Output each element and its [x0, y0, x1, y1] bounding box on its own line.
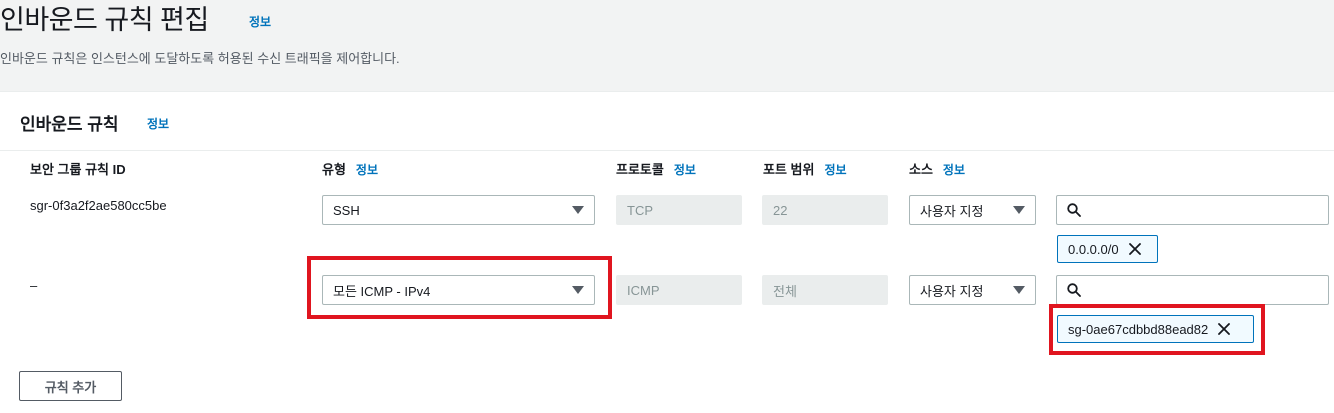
type-select-value: 모든 ICMP - IPv4 [333, 283, 431, 299]
column-header-source: 소스 정보 [909, 159, 965, 178]
source-search-input[interactable] [1056, 275, 1329, 305]
type-select[interactable]: SSH [322, 195, 595, 225]
protocol-value: ICMP [627, 282, 660, 298]
source-type-value: 사용자 지정 [920, 203, 984, 219]
type-select-value: SSH [333, 202, 360, 218]
column-header-protocol: 프로토콜 정보 [616, 159, 696, 178]
rule-id: sgr-0f3a2f2ae580cc5be [30, 198, 167, 213]
column-header-rule-id: 보안 그룹 규칙 ID [30, 162, 126, 177]
caret-down-icon [572, 206, 584, 214]
source-type-value: 사용자 지정 [920, 283, 984, 299]
protocol-field: ICMP [616, 275, 742, 305]
type-select[interactable]: 모든 ICMP - IPv4 [322, 275, 595, 305]
source-token-label: 0.0.0.0/0 [1068, 241, 1119, 257]
protocol-value: TCP [627, 202, 653, 218]
inbound-rules-panel: 인바운드 규칙 정보 보안 그룹 규칙 ID 유형 정보 프로토콜 정보 포트 … [0, 91, 1334, 413]
column-label-source: 소스 [909, 162, 933, 177]
source-token-label: sg-0ae67cdbbd88ead82 [1068, 321, 1209, 337]
source-type-select[interactable]: 사용자 지정 [909, 195, 1036, 225]
port-range-field: 전체 [762, 275, 888, 305]
page-description: 인바운드 규칙은 인스턴스에 도달하도록 허용된 수신 트래픽을 제어합니다. [0, 51, 400, 66]
search-icon [1067, 283, 1081, 297]
source-token: sg-0ae67cdbbd88ead82 [1057, 315, 1254, 343]
source-info-link[interactable]: 정보 [943, 161, 965, 178]
add-rule-label: 규칙 추가 [44, 379, 97, 395]
protocol-field: TCP [616, 195, 742, 225]
column-label-type: 유형 [322, 162, 346, 177]
caret-down-icon [1013, 206, 1025, 214]
type-info-link[interactable]: 정보 [356, 161, 378, 178]
caret-down-icon [1013, 286, 1025, 294]
panel-info-link[interactable]: 정보 [147, 115, 169, 132]
protocol-info-link[interactable]: 정보 [674, 161, 696, 178]
column-label-protocol: 프로토콜 [616, 162, 664, 177]
panel-header: 인바운드 규칙 정보 [0, 92, 1334, 151]
panel-title: 인바운드 규칙 [20, 115, 119, 134]
column-header-port-range: 포트 범위 정보 [763, 159, 847, 178]
port-range-value: 전체 [773, 283, 797, 299]
search-icon [1067, 203, 1081, 217]
column-label-port-range: 포트 범위 [763, 162, 815, 177]
source-type-select[interactable]: 사용자 지정 [909, 275, 1036, 305]
port-range-value: 22 [773, 202, 788, 218]
page-title: 인바운드 규칙 편집 [0, 5, 209, 35]
port-range-info-link[interactable]: 정보 [824, 161, 846, 178]
page-info-link[interactable]: 정보 [249, 13, 271, 30]
close-icon[interactable] [1218, 323, 1231, 335]
column-header-type: 유형 정보 [322, 159, 378, 178]
close-icon[interactable] [1128, 243, 1141, 255]
port-range-field: 22 [762, 195, 888, 225]
source-search-input[interactable] [1056, 195, 1329, 225]
rule-id: – [30, 278, 38, 293]
caret-down-icon [572, 286, 584, 294]
add-rule-button[interactable]: 규칙 추가 [19, 371, 122, 401]
source-token: 0.0.0.0/0 [1057, 235, 1158, 263]
